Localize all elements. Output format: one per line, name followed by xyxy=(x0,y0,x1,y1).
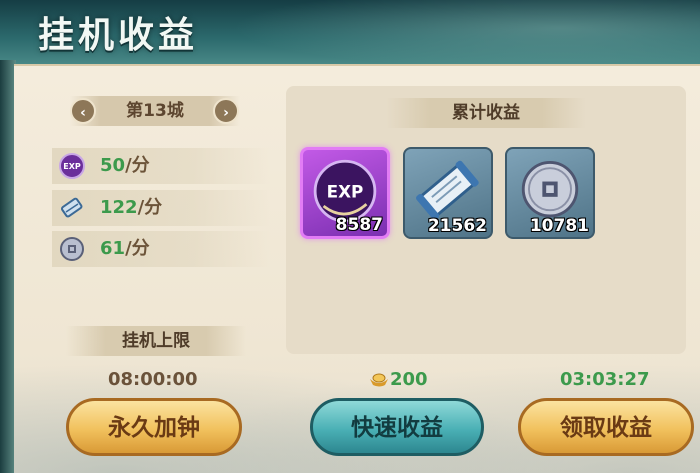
extend-permanently-button[interactable]: 永久加钟 xyxy=(66,398,242,456)
claim-timer: 03:03:27 xyxy=(560,369,650,390)
rate-scroll-text: 122/分 xyxy=(100,190,162,226)
reward-item-exp[interactable]: EXP 8587 xyxy=(300,147,390,239)
prev-city-button[interactable]: ‹ xyxy=(70,98,96,124)
quick-claim-button[interactable]: 快速收益 xyxy=(310,398,484,456)
rate-coin-value: 61 xyxy=(100,238,126,259)
reward-item-coin[interactable]: 10781 xyxy=(505,147,595,239)
claim-rewards-button[interactable]: 领取收益 xyxy=(518,398,694,456)
rate-exp-unit: /分 xyxy=(125,155,150,176)
quick-claim-cost: 200 xyxy=(368,368,428,392)
rate-coin-text: 61/分 xyxy=(100,231,150,267)
exp-orb-icon: EXP xyxy=(59,153,85,179)
svg-text:EXP: EXP xyxy=(63,162,81,171)
reward-exp-count: 8587 xyxy=(335,215,383,235)
accumulated-rewards-label: 累计收益 xyxy=(386,98,586,128)
idle-limit-label: 挂机上限 xyxy=(66,326,246,356)
rate-exp-text: 50/分 xyxy=(100,148,150,184)
reward-scroll-count: 21562 xyxy=(427,216,487,236)
reward-item-scroll[interactable]: 21562 xyxy=(403,147,493,239)
rate-row-exp: EXP 50/分 xyxy=(52,148,270,184)
rate-exp-value: 50 xyxy=(100,155,126,176)
exp-badge: EXP xyxy=(327,182,364,202)
quick-claim-cost-value: 200 xyxy=(390,369,428,390)
next-city-button[interactable]: › xyxy=(213,98,239,124)
rate-row-scroll: 122/分 xyxy=(52,190,270,226)
scroll-icon xyxy=(60,197,83,218)
rate-row-coin: 61/分 xyxy=(52,231,270,267)
idle-limit-time: 08:00:00 xyxy=(108,369,198,390)
reward-coin-count: 10781 xyxy=(529,216,589,236)
rate-scroll-value: 122 xyxy=(100,197,138,218)
rate-scroll-unit: /分 xyxy=(137,197,163,218)
rate-coin-unit: /分 xyxy=(125,238,150,259)
window-title: 挂机收益 xyxy=(38,14,199,56)
gold-ingot-icon xyxy=(370,373,388,387)
coin-icon xyxy=(60,237,84,261)
